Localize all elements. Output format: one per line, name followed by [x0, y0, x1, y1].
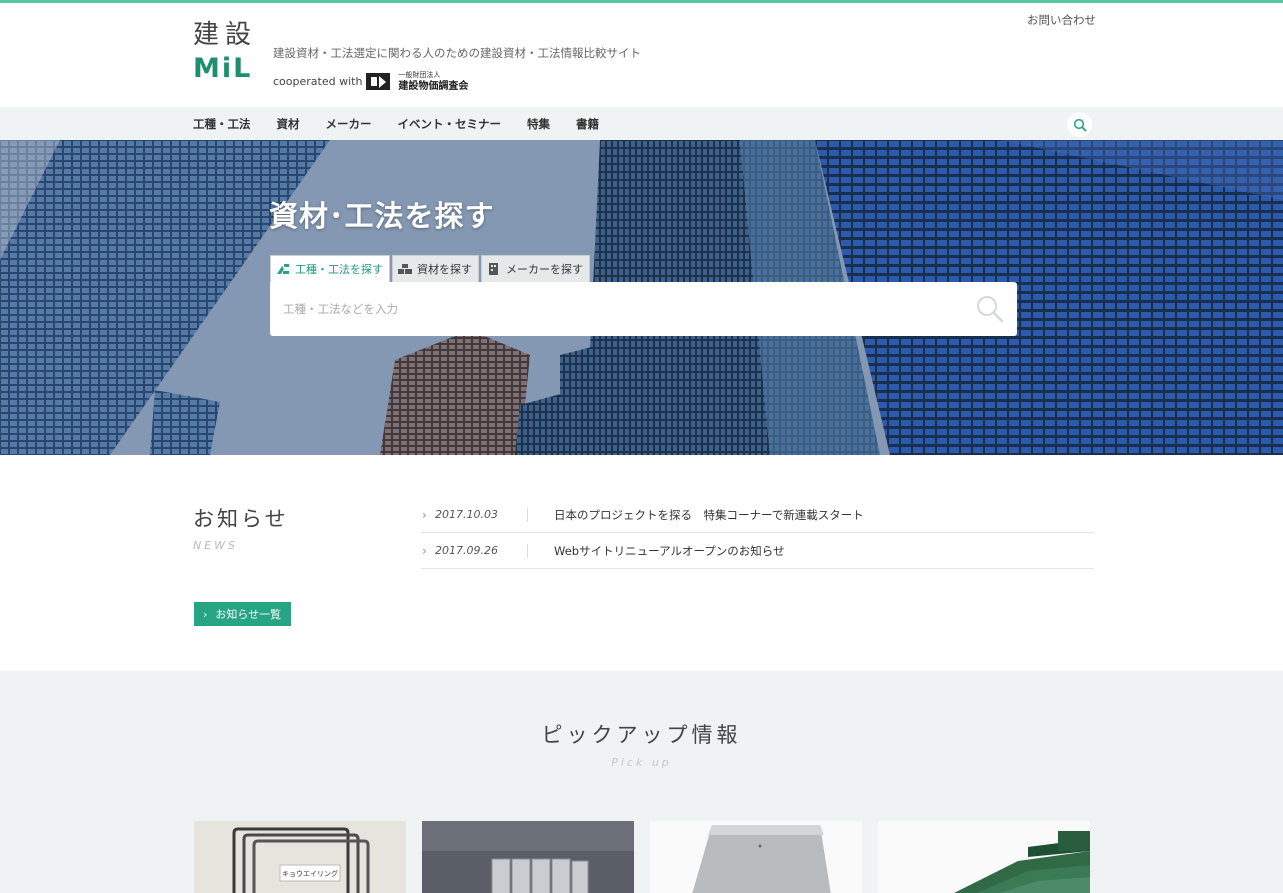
- mats-stack-image: [878, 821, 1090, 893]
- partner-org[interactable]: 一般財団法人 建設物価調査会: [398, 70, 468, 92]
- nav-item-makers[interactable]: メーカー: [326, 116, 372, 132]
- pickup-title: ピックアップ情報: [541, 723, 742, 747]
- hero-search-section: 資材･工法を探す 工種・工法を探す 資材を探す メーカーを探す 工種・工法などを…: [0, 140, 1283, 455]
- partner-org-type: 一般財団法人: [398, 71, 441, 79]
- pickup-card[interactable]: [650, 821, 862, 893]
- tab-makers-label: メーカーを探す: [506, 263, 583, 276]
- construction-icon: [277, 264, 289, 274]
- rebar-ring-image: キョウエイリング: [194, 821, 406, 893]
- hero-search-button[interactable]: [975, 294, 1005, 324]
- news-text[interactable]: Webサイトリニューアルオープンのお知らせ: [554, 543, 785, 559]
- nav-item-books[interactable]: 書籍: [576, 116, 599, 132]
- nav-item-methods[interactable]: 工種・工法: [193, 116, 251, 132]
- site-header: 建設 MiL 建設資材・工法選定に関わる人のための建設資材・工法情報比較サイト …: [0, 3, 1283, 107]
- search-tabs: 工種・工法を探す 資材を探す メーカーを探す: [270, 255, 590, 282]
- partner-org-name: 建設物価調査会: [398, 81, 469, 92]
- card-label: キョウエイリング: [282, 869, 338, 878]
- nav-item-events[interactable]: イベント・セミナー: [398, 116, 502, 132]
- hero-title: 資材･工法を探す: [269, 199, 495, 233]
- materials-icon: [398, 264, 412, 274]
- divider: [527, 507, 528, 522]
- pickup-card[interactable]: [422, 821, 634, 893]
- chevron-right-icon: ›: [422, 507, 427, 522]
- tab-methods[interactable]: 工種・工法を探す: [270, 255, 390, 282]
- news-title: お知らせ: [193, 507, 289, 531]
- pickup-card[interactable]: [878, 821, 1090, 893]
- news-item[interactable]: › 2017.09.26 Webサイトリニューアルオープンのお知らせ: [421, 533, 1094, 569]
- tab-makers[interactable]: メーカーを探す: [481, 255, 590, 282]
- global-nav: 工種・工法 資材 メーカー イベント・セミナー 特集 書籍: [0, 107, 1283, 140]
- news-list: › 2017.10.03 日本のプロジェクトを探る 特集コーナーで新連載スタート…: [421, 497, 1094, 569]
- hero-search-input[interactable]: [283, 282, 963, 336]
- divider: [527, 543, 528, 558]
- news-text[interactable]: 日本のプロジェクトを探る 特集コーナーで新連載スタート: [554, 507, 864, 523]
- news-subtitle: NEWS: [193, 539, 239, 552]
- pickup-cards: キョウエイリング: [194, 821, 1090, 893]
- tab-materials[interactable]: 資材を探す: [392, 255, 479, 282]
- nav-item-materials[interactable]: 資材: [277, 116, 300, 132]
- site-tagline: 建設資材・工法選定に関わる人のための建設資材・工法情報比較サイト: [273, 46, 641, 60]
- news-date: 2017.09.26: [435, 544, 498, 557]
- partner-logo-icon: [366, 72, 391, 90]
- search-icon: [977, 296, 1004, 323]
- chevron-right-icon: ›: [422, 543, 427, 558]
- site-logo[interactable]: 建設 MiL: [193, 21, 259, 87]
- pickup-subtitle: Pick up: [611, 756, 672, 769]
- news-heading: お知らせ NEWS: [193, 503, 289, 552]
- chevron-right-icon: ›: [203, 607, 208, 621]
- logo-mil: MiL: [193, 53, 253, 84]
- news-item[interactable]: › 2017.10.03 日本のプロジェクトを探る 特集コーナーで新連載スタート: [421, 497, 1094, 533]
- hero-search-box: [270, 282, 1017, 336]
- news-list-button[interactable]: › お知らせ一覧: [194, 602, 291, 626]
- pickup-section: ピックアップ情報 Pick up キョウエイリング: [0, 671, 1283, 893]
- cooperated-with: cooperated with 一般財団法人 建設物価調査会: [273, 70, 468, 92]
- contact-link[interactable]: お問い合わせ: [1027, 12, 1096, 28]
- tab-methods-label: 工種・工法を探す: [295, 263, 383, 276]
- concrete-blocks-image: [422, 821, 634, 893]
- search-icon: [1073, 118, 1087, 132]
- building-icon: [489, 263, 498, 275]
- cooperated-label: cooperated with: [273, 74, 363, 88]
- concrete-panel-image: [650, 821, 862, 893]
- nav-search-button[interactable]: [1067, 112, 1092, 137]
- news-list-button-label: お知らせ一覧: [215, 608, 282, 621]
- news-date: 2017.10.03: [435, 508, 498, 521]
- pickup-card[interactable]: キョウエイリング: [194, 821, 406, 893]
- logo-kanji: 建設: [193, 20, 258, 50]
- tab-materials-label: 資材を探す: [417, 263, 472, 276]
- nav-item-features[interactable]: 特集: [527, 116, 550, 132]
